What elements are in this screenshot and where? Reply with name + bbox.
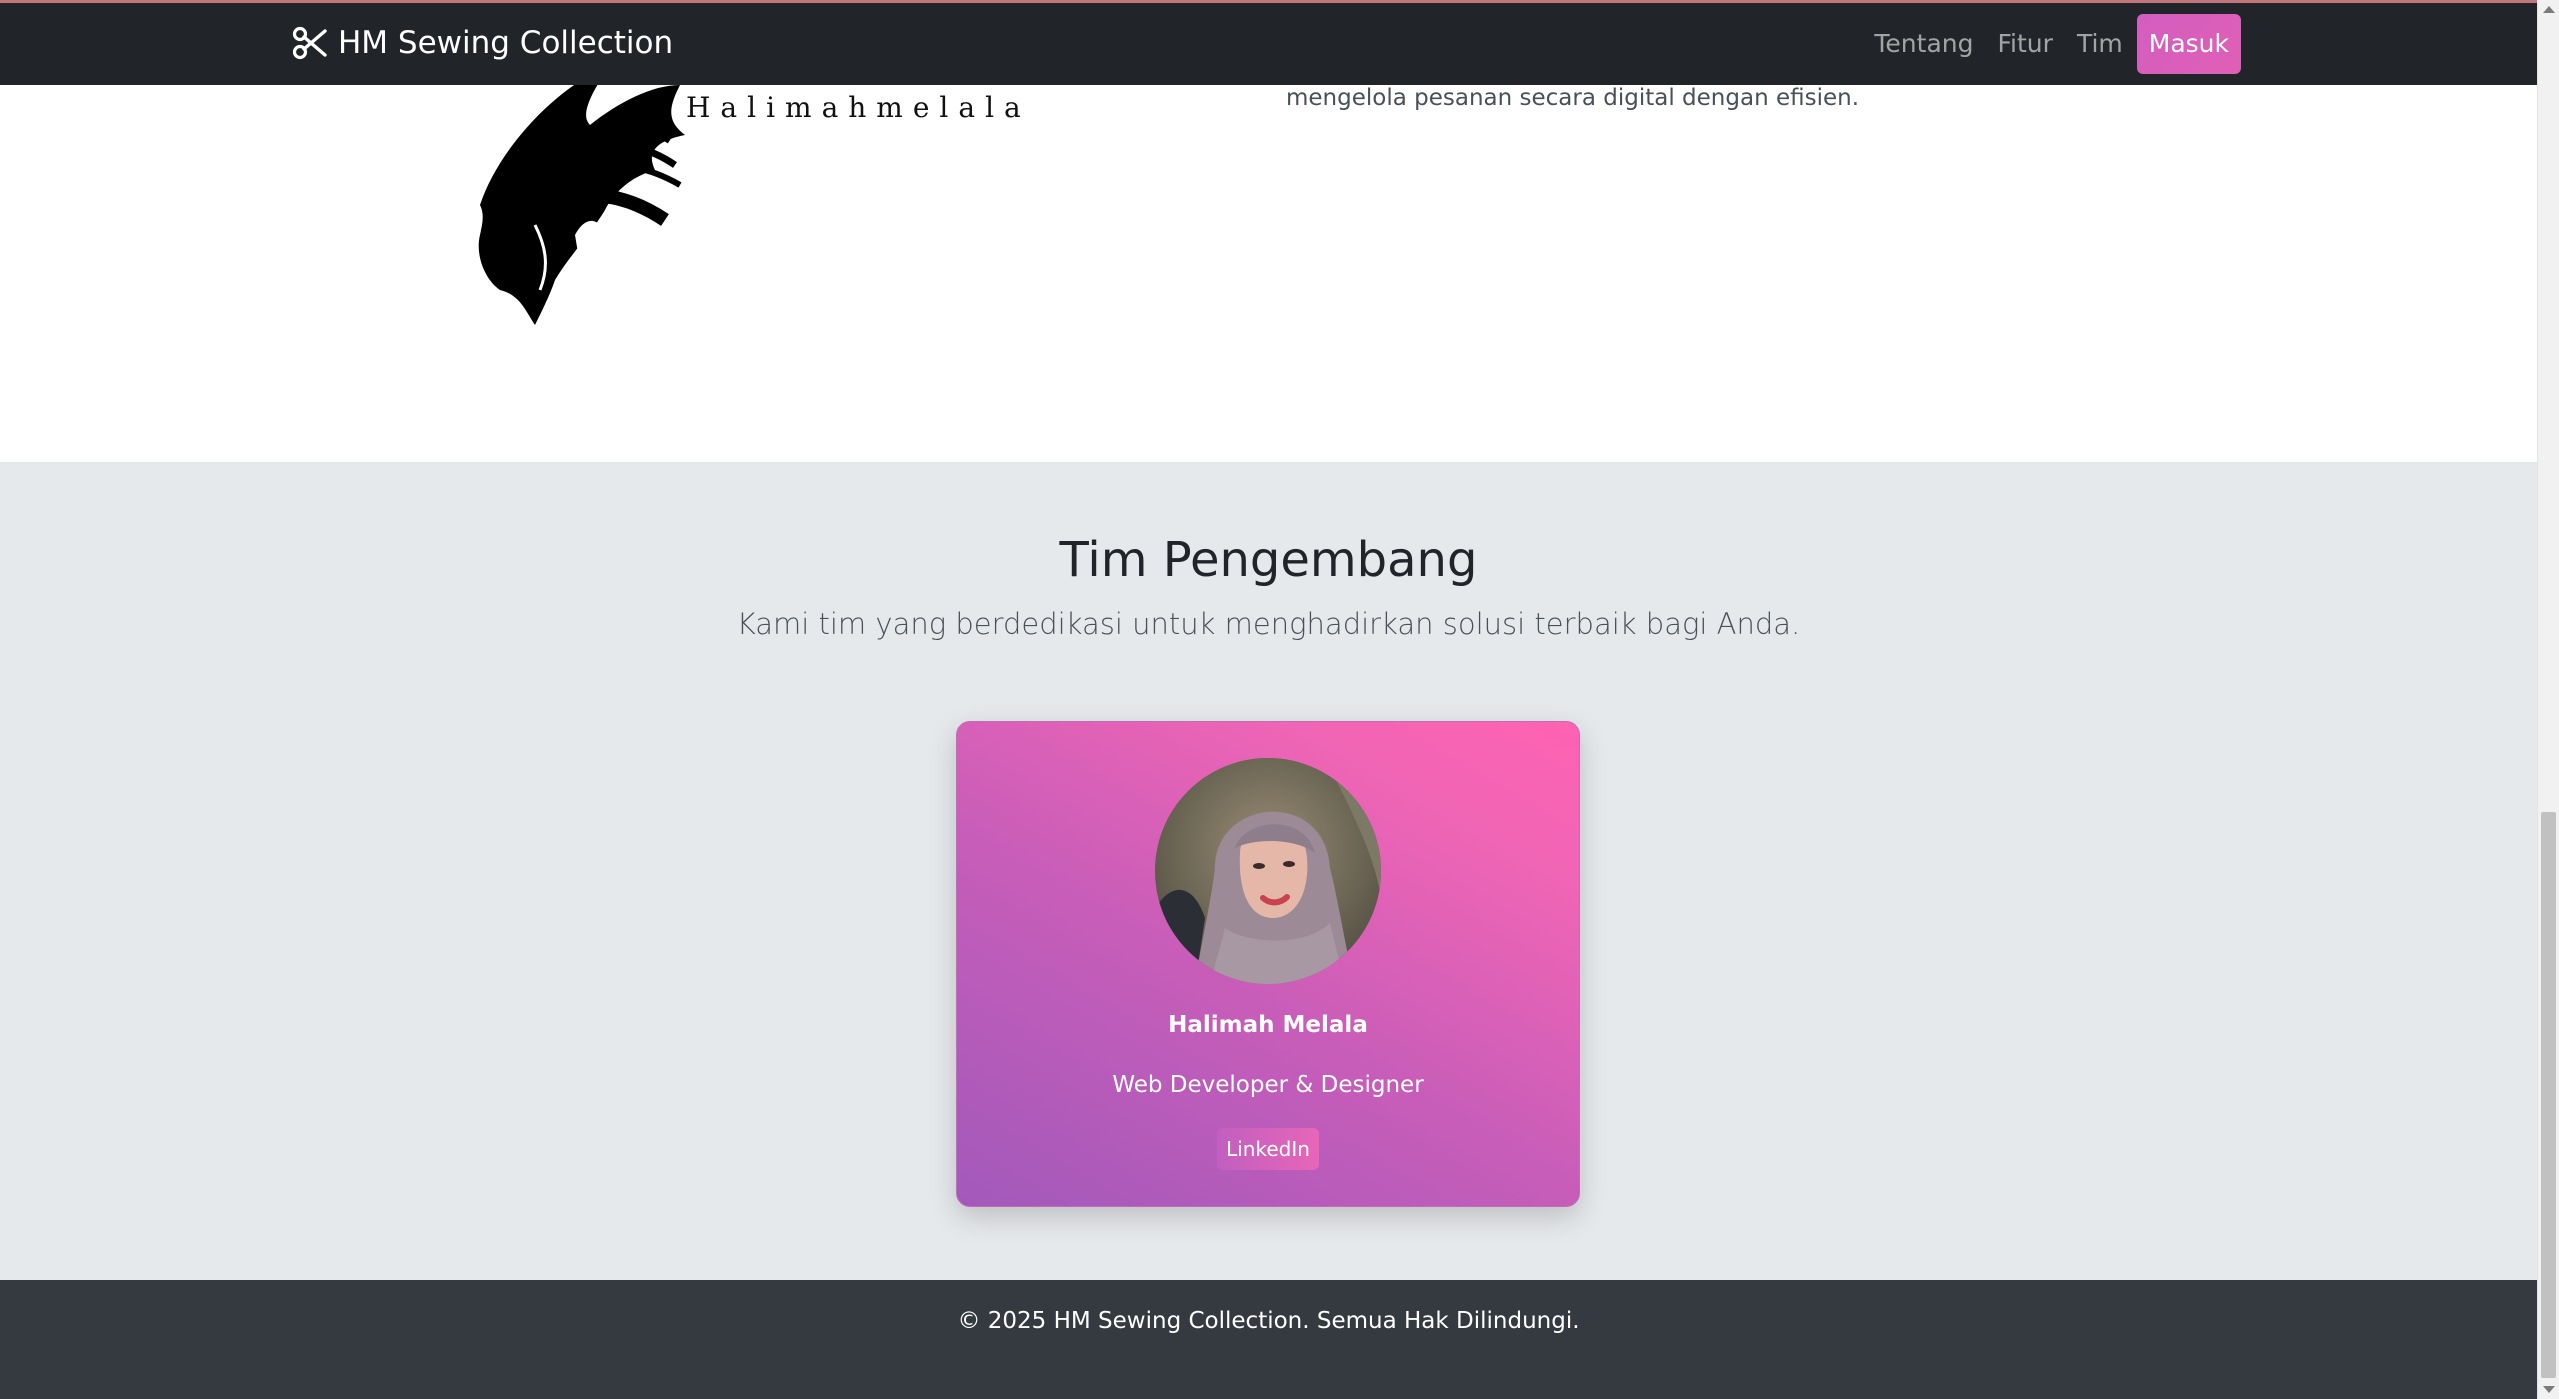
brand-title: HM Sewing Collection [338, 25, 674, 61]
nav-link-tentang[interactable]: Tentang [1862, 14, 1985, 74]
footer: © 2025 HM Sewing Collection. Semua Hak D… [0, 1280, 2537, 1399]
login-button[interactable]: Masuk [2136, 14, 2241, 74]
footer-text: © 2025 HM Sewing Collection. Semua Hak D… [957, 1308, 1580, 1334]
scroll-down-icon[interactable] [2543, 1386, 2555, 1393]
member-role: Web Developer & Designer [1112, 1072, 1424, 1098]
about-text: mengelola pesanan secara digital dengan … [1286, 85, 1860, 111]
nav-link-tim[interactable]: Tim [2065, 14, 2135, 74]
scissors-icon [292, 25, 328, 61]
scroll-thumb[interactable] [2541, 812, 2556, 1378]
about-section: Halimahmelala mengelola pesanan secara d… [0, 85, 2537, 462]
linkedin-button[interactable]: LinkedIn [1217, 1128, 1319, 1170]
vertical-scrollbar[interactable] [2537, 0, 2559, 1399]
scroll-up-icon[interactable] [2543, 6, 2555, 13]
team-subtitle: Kami tim yang berdedikasi untuk menghadi… [736, 607, 1801, 641]
team-member-card: Halimah Melala Web Developer & Designer … [956, 721, 1580, 1207]
signature-name: Halimahmelala [686, 91, 1031, 124]
member-name: Halimah Melala [1168, 1012, 1368, 1038]
nav-links: Tentang Fitur Tim Masuk [1862, 14, 2241, 74]
avatar [1155, 758, 1381, 984]
nav-link-fitur[interactable]: Fitur [1986, 14, 2065, 74]
brand-link[interactable]: HM Sewing Collection [292, 25, 673, 61]
navbar: HM Sewing Collection Tentang Fitur Tim M… [0, 0, 2537, 85]
team-section: Tim Pengembang Kami tim yang berdedikasi… [0, 462, 2537, 1280]
team-title: Tim Pengembang [1059, 532, 1478, 588]
